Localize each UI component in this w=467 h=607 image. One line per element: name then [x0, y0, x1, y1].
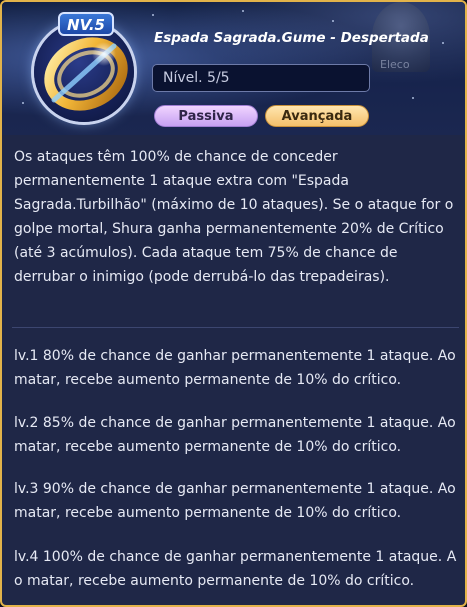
star-sparkle	[242, 10, 244, 12]
level-1-text: lv.1 80% de chance de ganhar permanentem…	[14, 348, 456, 388]
level-3-text: lv.3 90% de chance de ganhar permanentem…	[14, 481, 456, 521]
golden-ring-sword-icon	[34, 22, 134, 122]
tab-avancada[interactable]: Avançada	[265, 105, 369, 127]
level-4-text: lv.4 100% de chance de ganhar permanente…	[14, 549, 457, 589]
star-sparkle	[412, 97, 414, 99]
level-badge: NV.5	[58, 12, 114, 36]
divider	[12, 327, 459, 328]
skill-description: Os ataques têm 100% de chance de concede…	[14, 149, 454, 285]
tab-passiva[interactable]: Passiva	[154, 105, 258, 127]
star-sparkle	[332, 20, 334, 22]
star-sparkle	[442, 42, 444, 44]
star-sparkle	[22, 102, 24, 104]
level-field: Nível. 5/5	[152, 64, 370, 92]
skill-icon-wrap: NV.5	[32, 12, 138, 124]
skill-title: Espada Sagrada.Gume - Despertada	[154, 30, 429, 46]
skill-detail-panel: Eleco NV.5 Espada Sagrada.Gume - Despert…	[0, 0, 467, 607]
skill-header: Eleco NV.5 Espada Sagrada.Gume - Despert…	[2, 2, 465, 135]
level-2-text: lv.2 85% de chance de ganhar permanentem…	[14, 415, 456, 455]
star-sparkle	[152, 14, 154, 16]
side-label: Eleco	[380, 58, 410, 71]
